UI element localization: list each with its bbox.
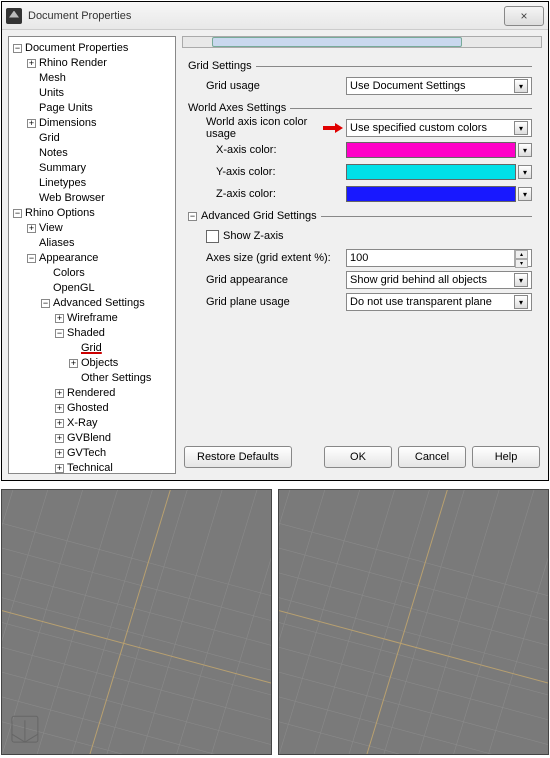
group-expander-icon[interactable]: − (188, 212, 197, 221)
tree-item[interactable]: Objects (81, 357, 118, 369)
tree-item-selected[interactable]: Grid (81, 342, 102, 354)
spin-up-icon[interactable]: ▴ (515, 250, 528, 259)
label-show-z: Show Z-axis (223, 230, 284, 242)
chevron-down-icon[interactable]: ▾ (514, 79, 528, 93)
ok-button[interactable]: OK (324, 446, 392, 468)
color-y-axis[interactable] (346, 164, 516, 180)
tree-item[interactable]: Shaded (67, 327, 105, 339)
combo-grid-usage[interactable]: Use Document Settings▾ (346, 77, 532, 95)
label-grid-plane-usage: Grid plane usage (188, 296, 346, 308)
tree-item[interactable]: Ghosted (67, 402, 109, 414)
tree-item[interactable]: Units (39, 87, 64, 99)
cancel-button[interactable]: Cancel (398, 446, 466, 468)
tree-item[interactable]: Grid (39, 132, 60, 144)
spin-down-icon[interactable]: ▾ (515, 259, 528, 268)
tree-item[interactable]: Mesh (39, 72, 66, 84)
tree-panel[interactable]: −Document Properties +Rhino Render Mesh … (8, 36, 176, 474)
label-grid-usage: Grid usage (188, 80, 346, 92)
color-z-axis[interactable] (346, 186, 516, 202)
viewport-right[interactable]: ✓ z y x (278, 489, 549, 755)
help-button[interactable]: Help (472, 446, 540, 468)
tree-item[interactable]: Wireframe (67, 312, 118, 324)
tree-item[interactable]: Aliases (39, 237, 74, 249)
label-x-color: X-axis color: (188, 144, 346, 156)
tree-item[interactable]: Appearance (39, 252, 98, 264)
dialog-buttons: Restore Defaults OK Cancel Help (182, 440, 542, 474)
tree-item[interactable]: Rendered (67, 387, 115, 399)
label-z-color: Z-axis color: (188, 188, 346, 200)
chevron-down-icon[interactable]: ▾ (514, 295, 528, 309)
tree-item[interactable]: View (39, 222, 63, 234)
color-x-axis[interactable] (346, 142, 516, 158)
combo-grid-plane-usage[interactable]: Do not use transparent plane▾ (346, 293, 532, 311)
group-world-axes: World Axes Settings (188, 102, 286, 114)
tree-item[interactable]: Technical (67, 462, 113, 474)
chevron-down-icon[interactable]: ▾ (514, 121, 528, 135)
app-icon (6, 8, 22, 24)
tree-item[interactable]: Page Units (39, 102, 93, 114)
tree-item[interactable]: Notes (39, 147, 68, 159)
chevron-down-icon[interactable]: ▾ (514, 273, 528, 287)
viewport-comparison: ✓ z y x (1, 489, 549, 755)
tree-item[interactable]: GVBlend (67, 432, 111, 444)
label-y-color: Y-axis color: (188, 166, 346, 178)
tree-docprops[interactable]: Document Properties (25, 42, 128, 54)
dialog-title: Document Properties (28, 10, 131, 22)
spinner-axes-size[interactable]: 100▴▾ (346, 249, 532, 267)
label-grid-appearance: Grid appearance (188, 274, 346, 286)
chevron-down-icon[interactable]: ▾ (518, 165, 532, 179)
tree-item[interactable]: Summary (39, 162, 86, 174)
tree-item[interactable]: Other Settings (81, 372, 151, 384)
close-button[interactable]: × (504, 6, 544, 26)
chevron-down-icon[interactable]: ▾ (518, 187, 532, 201)
settings-panel: Grid Settings Grid usage Use Document Se… (182, 36, 542, 474)
tree-item[interactable]: Advanced Settings (53, 297, 145, 309)
tree-rhinooptions[interactable]: Rhino Options (25, 207, 95, 219)
tree-item[interactable]: Linetypes (39, 177, 86, 189)
tree-item[interactable]: X-Ray (67, 417, 98, 429)
chevron-down-icon[interactable]: ▾ (518, 143, 532, 157)
tree-item[interactable]: Dimensions (39, 117, 96, 129)
label-axes-size: Axes size (grid extent %): (188, 252, 346, 264)
tree-item[interactable]: Colors (53, 267, 85, 279)
checkbox-show-z[interactable] (206, 230, 219, 243)
group-grid-settings: Grid Settings (188, 60, 252, 72)
tree-item[interactable]: GVTech (67, 447, 106, 459)
group-adv-grid: Advanced Grid Settings (201, 210, 317, 222)
label-world-axis-usage: World axis icon color usage (188, 116, 346, 140)
combo-grid-appearance[interactable]: Show grid behind all objects▾ (346, 271, 532, 289)
tree-item[interactable]: Web Browser (39, 192, 105, 204)
expander-icon[interactable]: − (13, 44, 22, 53)
tree-item[interactable]: Rhino Render (39, 57, 107, 69)
document-properties-dialog: Document Properties × −Document Properti… (1, 1, 549, 481)
titlebar[interactable]: Document Properties × (2, 2, 548, 30)
annotation-arrow-icon (323, 123, 343, 133)
tree-item[interactable]: OpenGL (53, 282, 95, 294)
combo-world-axis-usage[interactable]: Use specified custom colors▾ (346, 119, 532, 137)
horizontal-scrollbar[interactable] (182, 36, 542, 48)
restore-defaults-button[interactable]: Restore Defaults (184, 446, 292, 468)
viewport-left[interactable] (1, 489, 272, 755)
